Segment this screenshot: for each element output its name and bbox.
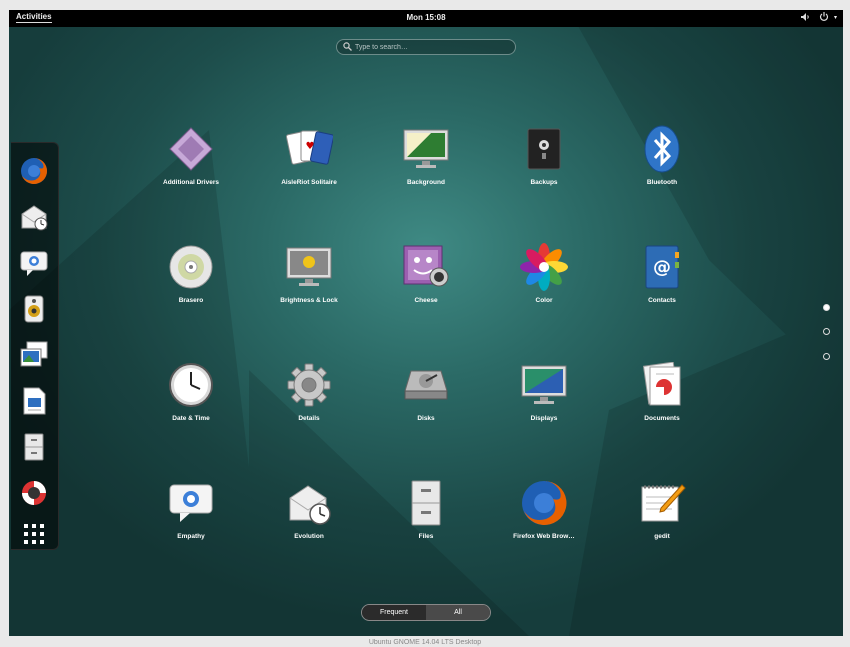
documents-icon [642,362,681,406]
dash-item-evolution[interactable] [18,201,50,233]
app-label: Date & Time [172,415,210,422]
chat-icon [20,251,48,276]
dash-item-firefox[interactable] [18,155,50,187]
app-contacts[interactable]: @ Contacts [607,240,717,304]
dash [11,142,59,550]
file-cabinet-icon [411,480,441,526]
page-indicator-3[interactable] [823,353,830,360]
clock[interactable]: Mon 15:08 [9,13,843,22]
photos-icon [20,341,48,367]
app-label: Brasero [178,297,204,304]
app-backups[interactable]: Backups [489,122,599,186]
gear-icon [287,363,331,407]
safe-icon [527,128,561,170]
monitor-wallpaper-icon [403,129,449,168]
system-menu[interactable]: ▾ [800,11,837,22]
app-disks[interactable]: Disks [371,358,481,422]
address-book-icon: @ [645,245,679,289]
app-label: Empathy [177,533,205,540]
firefox-icon [522,480,567,525]
webcam-face-icon [403,245,449,287]
grid-icon [24,524,44,544]
all-button[interactable]: All [426,605,490,620]
chevron-down-icon: ▾ [833,15,837,21]
app-evolution[interactable]: Evolution [254,476,364,540]
disk-drive-icon [404,370,448,400]
app-additional-drivers[interactable]: Additional Drivers [136,122,246,186]
frequent-button[interactable]: Frequent [362,605,426,620]
app-label: Evolution [294,533,324,540]
mail-clock-icon [21,205,48,231]
dash-item-writer[interactable] [18,385,50,417]
app-date-time[interactable]: Date & Time [136,358,246,422]
dash-item-rhythmbox[interactable] [18,293,50,325]
image-caption: Ubuntu GNOME 14.04 LTS Desktop [368,639,482,646]
app-label: Cheese [414,297,438,304]
app-label: Files [418,533,434,540]
dash-item-shotwell[interactable] [18,339,50,371]
app-label: AisleRiot Solitaire [281,179,337,186]
activities-overview: Activities Mon 15:08 ▾ Type to search… A… [9,10,843,636]
app-label: Firefox Web Brow… [513,533,575,540]
search-icon [343,42,352,51]
volume-icon [800,12,809,21]
dash-item-help[interactable] [18,477,50,509]
dash-item-files[interactable] [18,431,50,463]
app-brasero[interactable]: Brasero [136,240,246,304]
page-indicator-1[interactable] [823,304,830,311]
app-documents[interactable]: Documents [607,358,717,422]
app-firefox[interactable]: Firefox Web Brow… [489,476,599,540]
cards-icon: ♥ [285,130,333,165]
monitor-icon [521,365,567,404]
firefox-icon [21,158,47,184]
app-label: Additional Drivers [163,179,219,186]
app-background[interactable]: Background [371,122,481,186]
document-icon [23,387,46,415]
svg-text:@: @ [653,257,671,278]
app-label: Bluetooth [646,179,678,186]
view-switcher: Frequent All [361,604,491,621]
chat-icon [169,484,213,522]
power-icon [820,12,829,22]
app-label: Brightness & Lock [280,297,338,304]
speaker-icon [24,295,44,323]
app-color[interactable]: Color [489,240,599,304]
lifebuoy-icon [22,481,46,505]
app-empathy[interactable]: Empathy [136,476,246,540]
notepad-pen-icon [641,484,686,522]
app-cheese[interactable]: Cheese [371,240,481,304]
app-brightness-lock[interactable]: Brightness & Lock [254,240,364,304]
app-details[interactable]: Details [254,358,364,422]
app-bluetooth[interactable]: Bluetooth [607,122,717,186]
app-files[interactable]: Files [371,476,481,540]
disc-icon [169,245,213,289]
svg-text:♥: ♥ [306,141,315,152]
app-label: Disks [417,415,435,422]
app-aisleriot-solitaire[interactable]: ♥ AisleRiot Solitaire [254,122,364,186]
mail-clock-icon [289,485,331,525]
app-label: gedit [654,533,670,540]
app-displays[interactable]: Displays [489,358,599,422]
dash-item-show-applications[interactable] [18,518,50,550]
file-cabinet-icon [24,433,44,461]
search-input[interactable] [355,41,505,53]
color-flower-icon [520,243,568,291]
search-entry[interactable] [336,39,516,55]
app-label: Background [407,179,445,186]
dash-item-empathy[interactable] [18,247,50,279]
monitor-lock-icon [286,247,332,286]
chip-icon [169,127,213,171]
app-gedit[interactable]: gedit [607,476,717,540]
bluetooth-icon [644,125,680,173]
app-label: Documents [644,415,680,422]
page-indicator-2[interactable] [823,328,830,335]
app-label: Displays [530,415,558,422]
top-bar: Activities Mon 15:08 ▾ [9,10,843,27]
app-label: Color [535,297,553,304]
app-label: Backups [530,179,558,186]
app-label: Details [298,415,320,422]
wallpaper-pattern [9,10,843,636]
app-label: Contacts [648,297,676,304]
clock-icon [169,363,213,407]
